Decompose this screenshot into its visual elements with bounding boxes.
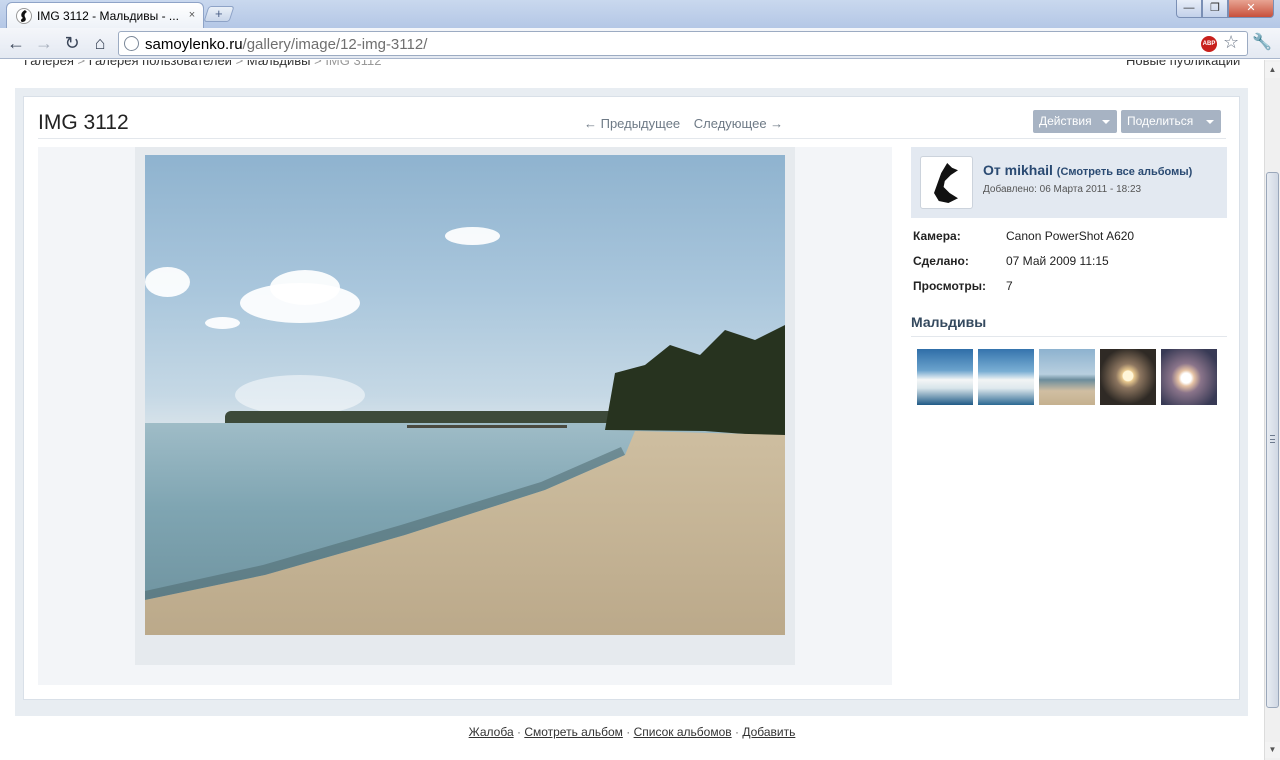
gallery-panel: IMG 3112 ← Предыдущее Следующее → Действ… xyxy=(23,96,1240,700)
actions-label: Действия xyxy=(1039,114,1092,128)
plus-icon: + xyxy=(215,6,223,21)
footer-separator: · xyxy=(626,725,631,739)
report-link[interactable]: Жалоба xyxy=(469,725,514,739)
album-title[interactable]: Мальдивы xyxy=(911,314,986,330)
meta-row-views: Просмотры: 7 xyxy=(913,279,1013,293)
breadcrumb-separator: > xyxy=(77,60,86,68)
author-line: От mikhail (Смотреть все альбомы) xyxy=(983,162,1192,178)
breadcrumb-item[interactable]: Мальдивы xyxy=(247,60,311,68)
breadcrumb-item[interactable]: Галерея пользователей xyxy=(89,60,232,68)
cloud-shape xyxy=(270,270,340,305)
author-prefix: От xyxy=(983,162,1001,178)
tab-close-icon[interactable]: × xyxy=(185,8,199,22)
image-navigation: ← Предыдущее Следующее → xyxy=(584,116,793,131)
maximize-button[interactable]: ❐ xyxy=(1202,0,1228,18)
avatar[interactable] xyxy=(920,156,973,209)
album-thumbnail[interactable] xyxy=(1100,349,1156,405)
meta-key: Камера: xyxy=(913,229,961,243)
meta-row-camera: Камера: Canon PowerShot A620 xyxy=(913,229,1134,243)
title-divider xyxy=(38,138,1226,139)
url-path: /gallery/image/12-img-3112/ xyxy=(242,36,428,53)
browser-toolbar: ← → ↻ ⌂ samoylenko.ru/gallery/image/12-i… xyxy=(0,28,1280,59)
forward-icon[interactable]: → xyxy=(32,32,56,54)
share-button[interactable]: Поделиться xyxy=(1121,110,1221,133)
cloud-shape xyxy=(235,375,365,415)
meta-key: Просмотры: xyxy=(913,279,987,293)
cloud-shape xyxy=(145,267,190,297)
meta-value: Canon PowerShot A620 xyxy=(1006,229,1135,243)
photo-area xyxy=(38,147,892,685)
page-title: IMG 3112 xyxy=(38,111,129,134)
footer-separator: · xyxy=(734,725,739,739)
actions-button[interactable]: Действия xyxy=(1033,110,1117,133)
favicon-icon xyxy=(16,8,32,24)
album-divider xyxy=(911,336,1227,337)
back-icon[interactable]: ← xyxy=(4,32,28,54)
breadcrumb-item[interactable]: Галерея xyxy=(24,60,74,68)
cloud-shape xyxy=(205,317,240,329)
albums-list-link[interactable]: Список альбомов xyxy=(634,725,732,739)
share-label: Поделиться xyxy=(1127,114,1194,128)
new-tab-button[interactable]: + xyxy=(203,6,235,22)
url-domain: samoylenko.ru xyxy=(145,36,243,53)
cloud-shape xyxy=(445,227,500,245)
grip-icon xyxy=(1270,435,1275,443)
scroll-thumb[interactable] xyxy=(1266,172,1279,708)
meta-key: Сделано: xyxy=(913,254,969,268)
treeline-shape xyxy=(225,411,625,423)
photo-frame xyxy=(135,147,795,665)
album-thumbnail[interactable] xyxy=(1161,349,1217,405)
title-bar: IMG 3112 - Мальдивы - ... × + — ❐ ✕ xyxy=(0,0,1280,28)
added-date: Добавлено: 06 Марта 2011 - 18:23 xyxy=(983,184,1142,195)
address-bar[interactable]: samoylenko.ru/gallery/image/12-img-3112/… xyxy=(118,31,1248,56)
page-scrollbar[interactable]: ▲ ▼ xyxy=(1264,60,1280,760)
album-thumbnail[interactable] xyxy=(1039,349,1095,405)
previous-link[interactable]: ← Предыдущее xyxy=(584,116,680,131)
breadcrumb: Галерея > Галерея пользователей > Мальди… xyxy=(24,60,381,68)
footer-links: Жалоба · Смотреть альбом · Список альбом… xyxy=(0,725,1264,739)
scroll-down-icon[interactable]: ▼ xyxy=(1265,742,1280,758)
address-url[interactable]: samoylenko.ru/gallery/image/12-img-3112/ xyxy=(145,36,427,53)
scroll-up-icon[interactable]: ▲ xyxy=(1265,62,1280,78)
close-window-button[interactable]: ✕ xyxy=(1228,0,1274,18)
caret-down-icon xyxy=(1206,120,1214,124)
meta-value: 07 Май 2009 11:15 xyxy=(1006,254,1109,268)
adblock-icon[interactable]: ABP xyxy=(1201,36,1217,52)
view-all-albums-link[interactable]: (Смотреть все альбомы) xyxy=(1057,166,1193,178)
meta-row-taken: Сделано: 07 Май 2009 11:15 xyxy=(913,254,1109,268)
wrench-icon[interactable]: 🔧 xyxy=(1252,32,1272,52)
star-icon[interactable]: ☆ xyxy=(1223,32,1239,53)
breadcrumb-separator: > xyxy=(235,60,244,68)
browser-tab[interactable]: IMG 3112 - Мальдивы - ... × xyxy=(6,2,204,28)
new-publications-link[interactable]: Новые публикации xyxy=(1126,60,1240,68)
author-name-link[interactable]: mikhail xyxy=(1005,162,1053,178)
add-link[interactable]: Добавить xyxy=(742,725,795,739)
author-box: От mikhail (Смотреть все альбомы) Добавл… xyxy=(911,147,1227,218)
caret-down-icon xyxy=(1102,120,1110,124)
globe-icon xyxy=(124,36,139,51)
album-thumbnail[interactable] xyxy=(978,349,1034,405)
gallery-frame: IMG 3112 ← Предыдущее Следующее → Действ… xyxy=(15,88,1248,716)
reload-icon[interactable]: ↻ xyxy=(60,32,84,54)
main-photo[interactable] xyxy=(145,155,785,635)
meta-value: 7 xyxy=(1006,279,1013,293)
page-viewport: Галерея > Галерея пользователей > Мальди… xyxy=(0,60,1264,760)
breadcrumb-current: IMG 3112 xyxy=(325,60,382,68)
footer-separator: · xyxy=(516,725,521,739)
tab-title: IMG 3112 - Мальдивы - ... xyxy=(37,9,179,23)
pier-shape xyxy=(407,425,567,428)
fox-avatar-icon xyxy=(934,163,958,203)
minimize-button[interactable]: — xyxy=(1176,0,1202,18)
next-link[interactable]: Следующее → xyxy=(694,116,783,131)
album-thumbnail[interactable] xyxy=(917,349,973,405)
breadcrumb-separator: > xyxy=(314,60,322,68)
view-album-link[interactable]: Смотреть альбом xyxy=(524,725,623,739)
home-icon[interactable]: ⌂ xyxy=(88,32,112,54)
